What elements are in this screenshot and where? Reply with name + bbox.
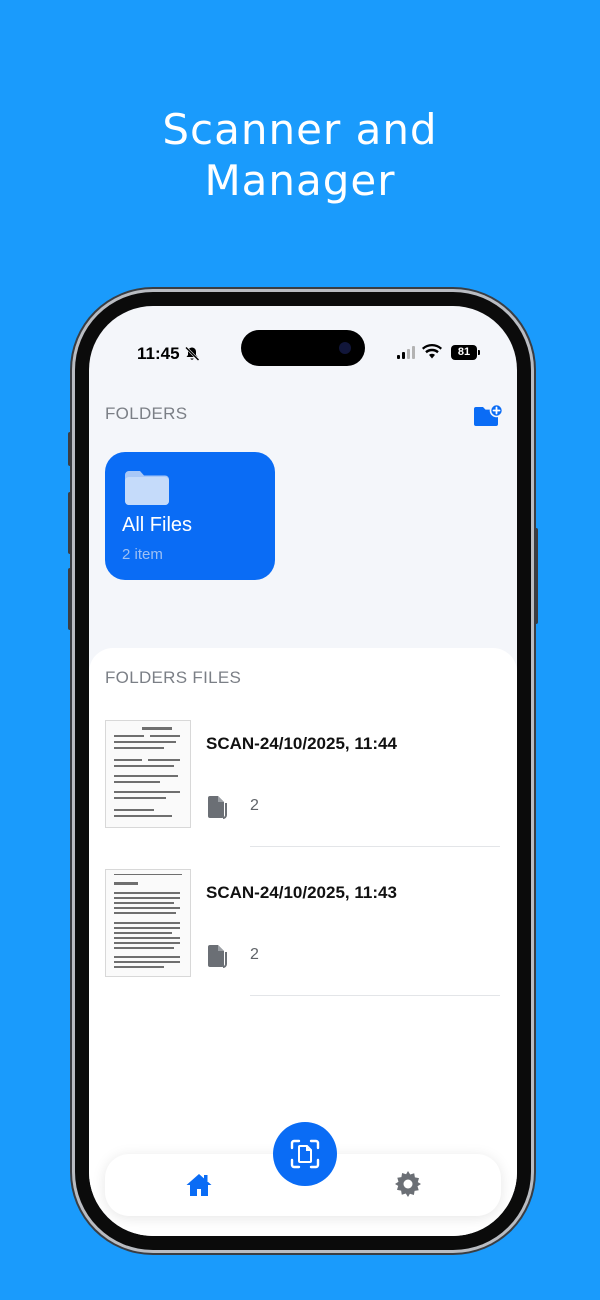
- bell-off-icon: [185, 346, 200, 361]
- folder-icon: [125, 471, 169, 505]
- folders-section-title: FOLDERS: [105, 404, 188, 423]
- files-section-title: FOLDERS FILES: [105, 668, 242, 687]
- headline-line-2: Manager: [204, 156, 396, 205]
- phone-action-button: [68, 432, 72, 466]
- scan-thumbnail: [105, 869, 191, 977]
- battery-indicator: 81: [451, 345, 480, 360]
- document-copy-icon: [208, 796, 227, 819]
- phone-power-button: [534, 528, 538, 624]
- phone-volume-up: [68, 492, 72, 554]
- folder-plus-icon[interactable]: [473, 404, 503, 428]
- file-row[interactable]: SCAN-24/10/2025, 11:44 2: [105, 720, 501, 847]
- headline-line-1: Scanner and: [162, 105, 438, 154]
- file-title: SCAN-24/10/2025, 11:44: [206, 734, 397, 753]
- folder-name: All Files: [122, 514, 193, 536]
- file-row[interactable]: SCAN-24/10/2025, 11:43 2: [105, 869, 501, 996]
- document-scan-icon: [290, 1139, 320, 1169]
- page-count: 2: [250, 946, 259, 963]
- scan-thumbnail: [105, 720, 191, 828]
- dynamic-island: [241, 330, 365, 366]
- cellular-signal-icon: [397, 346, 415, 359]
- status-time: 11:45: [137, 344, 180, 363]
- file-title: SCAN-24/10/2025, 11:43: [206, 883, 397, 902]
- scan-document-button[interactable]: [273, 1122, 337, 1186]
- phone-frame: 11:45 81 FOLDERS All Files 2 item FOLDER…: [68, 292, 538, 1250]
- phone-volume-down: [68, 568, 72, 630]
- row-divider: [250, 995, 500, 996]
- gear-icon[interactable]: [395, 1171, 421, 1197]
- folder-card-all-files[interactable]: All Files 2 item: [105, 452, 275, 580]
- document-copy-icon: [208, 945, 227, 968]
- page-count: 2: [250, 797, 259, 814]
- wifi-icon: [422, 344, 442, 359]
- promo-headline: Scanner and Manager: [0, 104, 600, 206]
- row-divider: [250, 846, 500, 847]
- home-icon[interactable]: [185, 1172, 213, 1198]
- folder-item-count: 2 item: [122, 546, 163, 563]
- app-screen: 11:45 81 FOLDERS All Files 2 item FOLDER…: [89, 306, 517, 1236]
